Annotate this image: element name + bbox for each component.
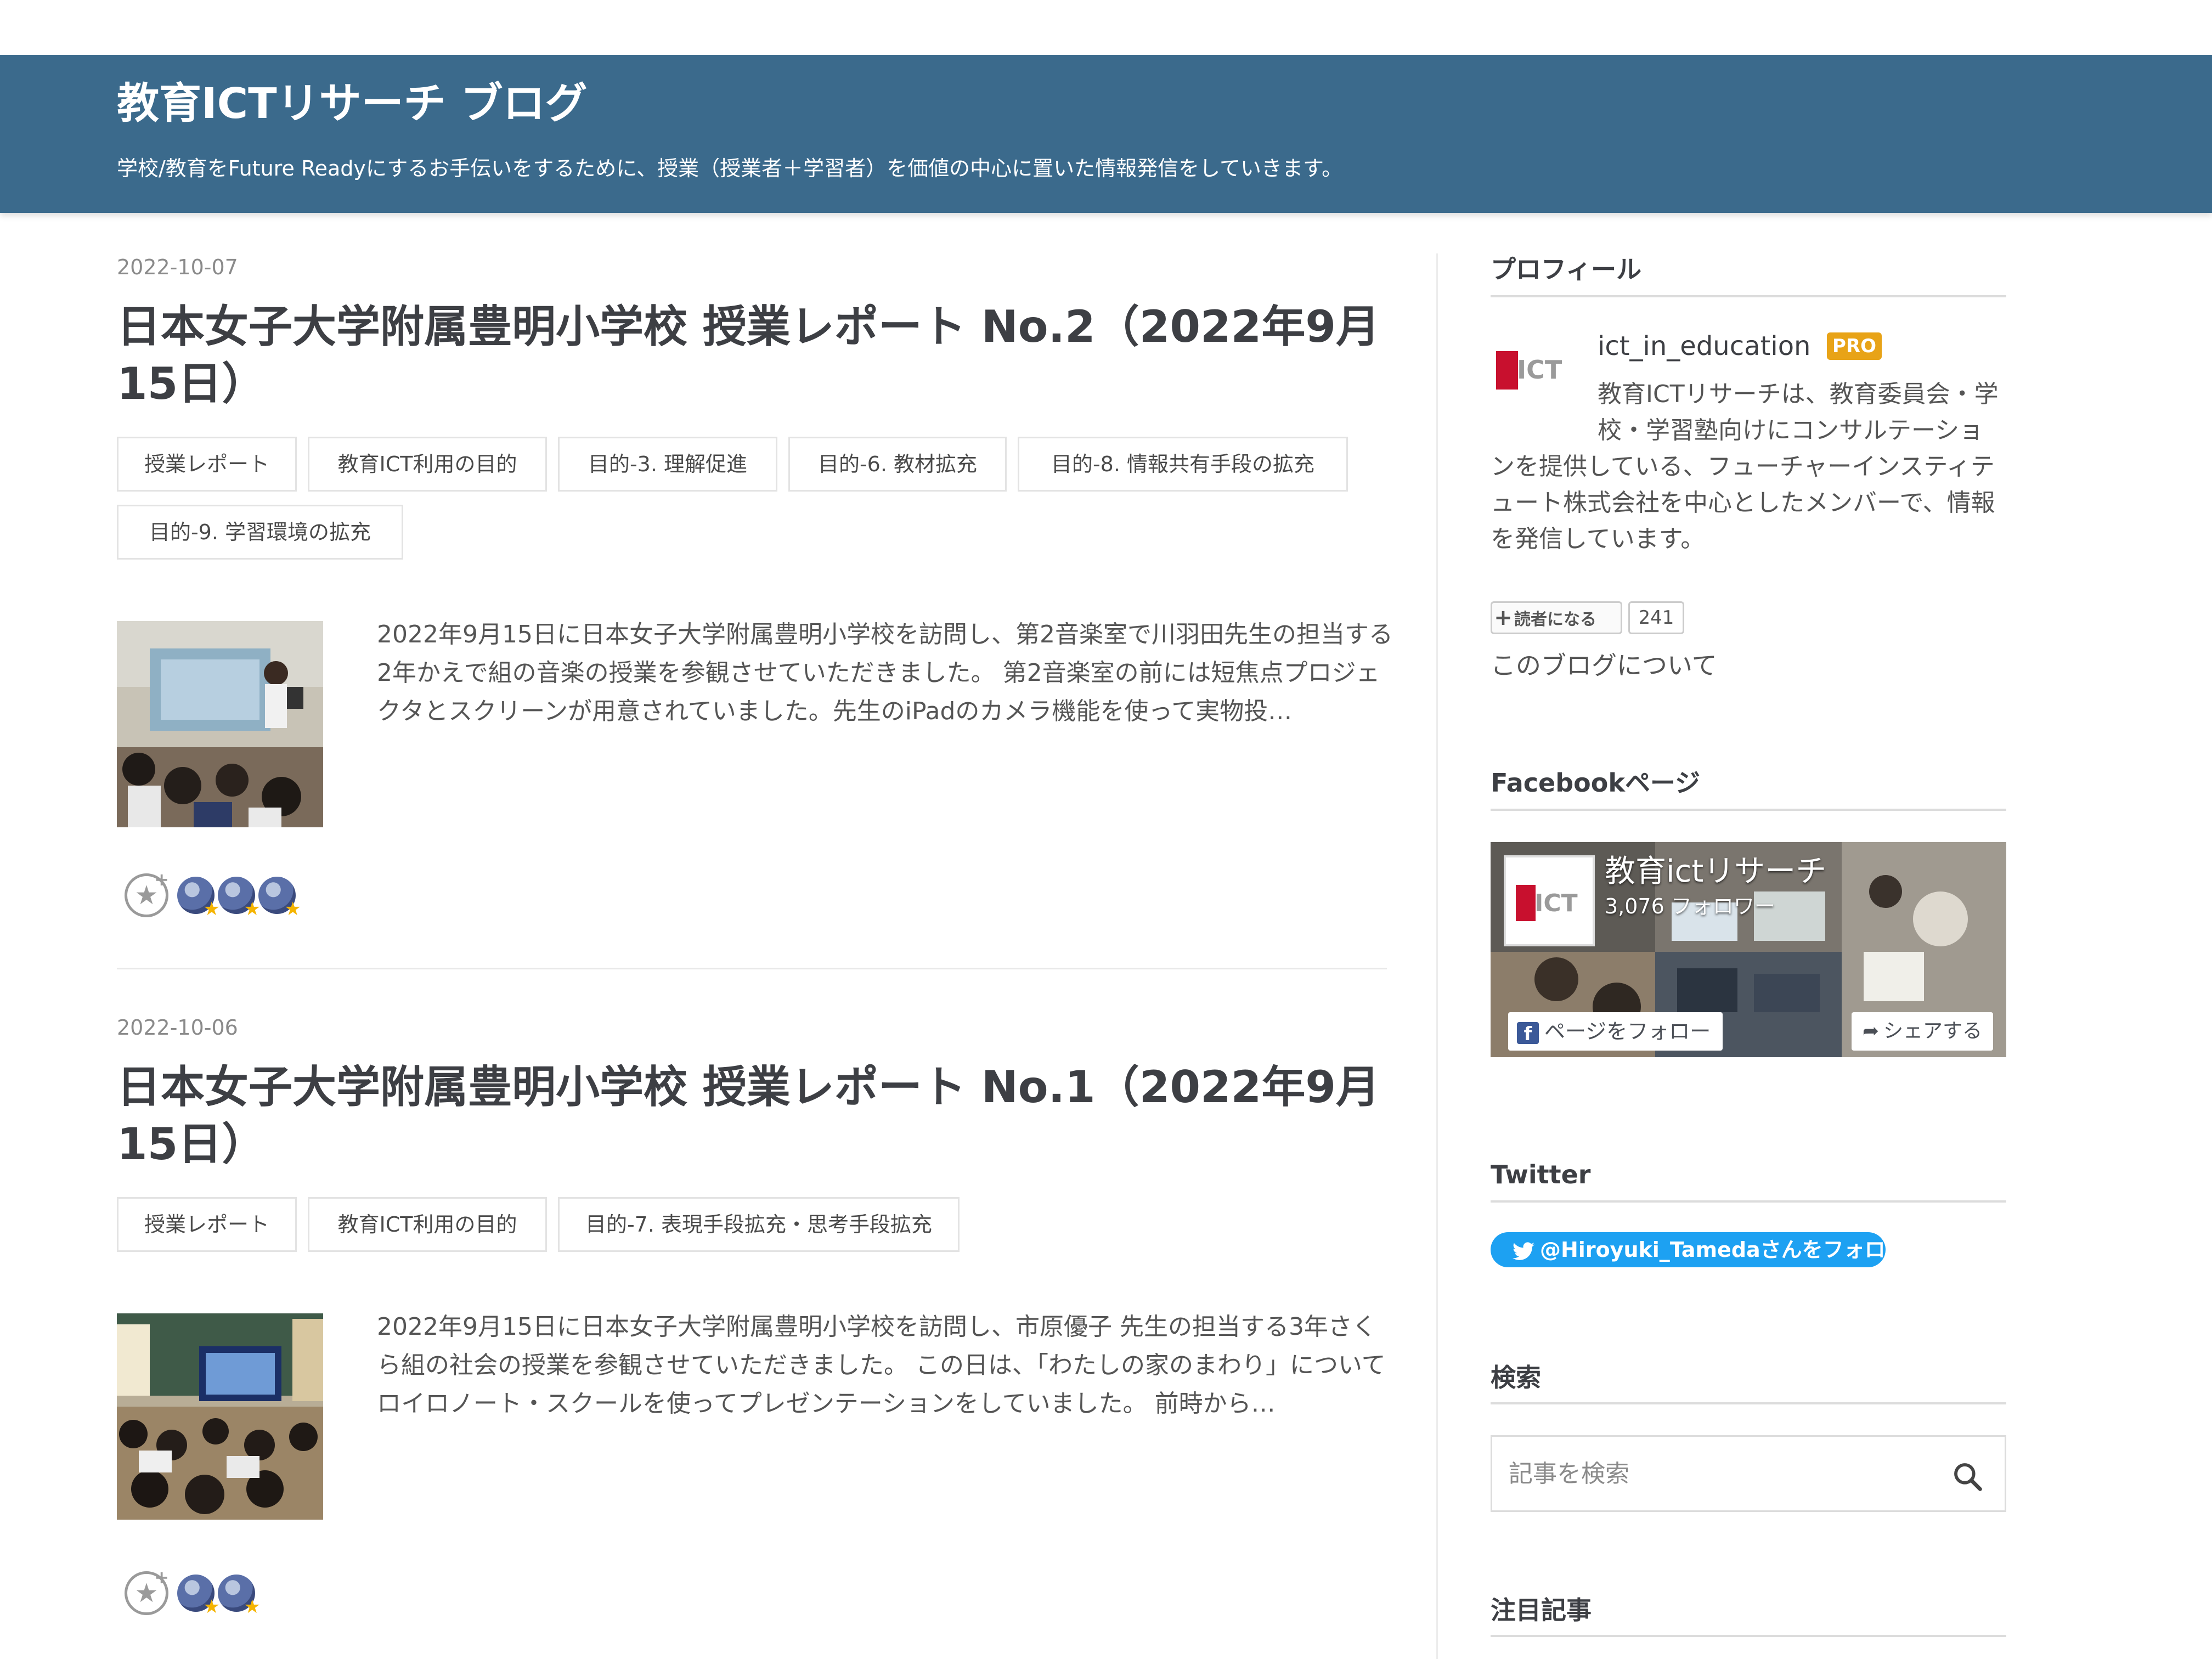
pro-badge: PRO <box>1827 332 1882 360</box>
profile-description: 教育ICTリサーチは、教育委員会・学校・学習塾向けにコンサルテーショ <box>1598 380 1999 444</box>
category-tag[interactable]: 授業レポート <box>117 437 297 492</box>
star-user-avatar[interactable]: ★ <box>177 1575 220 1616</box>
entry-date[interactable]: 2022-10-07 <box>117 253 238 281</box>
sidebar-rule <box>1491 295 2006 297</box>
category-tag[interactable]: 目的-3. 理解促進 <box>558 437 777 492</box>
entry-title[interactable]: 日本女子大学附属豊明小学校 授業レポート No.2（2022年9月15日） <box>117 298 1387 413</box>
category-tag[interactable]: 目的-6. 教材拡充 <box>788 437 1007 492</box>
facebook-page-name[interactable]: 教育ictリサーチ <box>1605 852 1826 891</box>
star-user-avatar[interactable]: ★ <box>218 877 261 918</box>
entry-date[interactable]: 2022-10-06 <box>117 1014 238 1041</box>
ict-logo-icon: ICT <box>1516 885 1578 921</box>
profile-name[interactable]: ict_in_education <box>1598 327 1810 365</box>
sidebar-heading-profile: プロフィール <box>1491 255 1642 284</box>
star-user-avatar[interactable]: ★ <box>218 1575 261 1616</box>
star-user-avatar[interactable]: ★ <box>258 877 301 918</box>
column-divider <box>1436 253 1438 1659</box>
category-tag[interactable]: 目的-8. 情報共有手段の拡充 <box>1018 437 1348 492</box>
subscriber-count[interactable]: 241 <box>1628 601 1684 634</box>
sidebar-heading-twitter: Twitter <box>1491 1160 1591 1189</box>
search-input[interactable] <box>1509 1453 1937 1494</box>
entry-summary: 2022年9月15日に日本女子大学附属豊明小学校を訪問し、第2音楽室で川羽田先生… <box>377 620 1393 725</box>
facebook-share-button[interactable]: ➦ シェアする <box>1851 1012 1993 1051</box>
category-tag[interactable]: 授業レポート <box>117 1197 297 1252</box>
subscribe-button[interactable]: + 読者になる <box>1491 601 1622 634</box>
facebook-follow-button[interactable]: f ページをフォロー <box>1508 1012 1723 1051</box>
facebook-page-logo[interactable]: ICT <box>1504 855 1595 946</box>
add-star-icon[interactable]: ★ + <box>125 871 169 917</box>
category-tag[interactable]: 教育ICT利用の目的 <box>308 437 547 492</box>
entry-thumbnail[interactable] <box>117 1313 323 1520</box>
category-tag[interactable]: 教育ICT利用の目的 <box>308 1197 547 1252</box>
search-box <box>1491 1435 2006 1512</box>
facebook-icon: f <box>1517 1022 1539 1045</box>
entry-2: 2022-10-06 日本女子大学附属豊明小学校 授業レポート No.1（202… <box>117 1014 1387 1659</box>
profile-icon[interactable]: ICT <box>1491 340 1573 422</box>
sidebar-rule <box>1491 1402 2006 1404</box>
category-tag[interactable]: 目的-7. 表現手段拡充・思考手段拡充 <box>558 1197 960 1252</box>
facebook-followers: 3,076 フォロワー <box>1605 894 1775 918</box>
star-area: ★ + ★ ★ ★ <box>125 871 344 923</box>
sidebar-heading-facebook: Facebookページ <box>1491 768 1701 798</box>
star-user-avatar[interactable]: ★ <box>177 877 220 918</box>
entry-1: 2022-10-07 日本女子大学附属豊明小学校 授業レポート No.2（202… <box>117 253 1393 967</box>
facebook-page-widget[interactable]: ICT 教育ictリサーチ 3,076 フォロワー f ページをフォロー ➦ シェア… <box>1491 842 2006 1057</box>
about-blog-link[interactable]: このブログについて <box>1491 646 1717 685</box>
blog-description: 学校/教育をFuture Readyにするお手伝いをするために、授業（授業者＋学… <box>117 156 1343 180</box>
sidebar-heading-featured: 注目記事 <box>1491 1595 1592 1625</box>
entry-thumbnail[interactable] <box>117 621 323 827</box>
sidebar-rule <box>1491 1200 2006 1203</box>
classroom-photo-music <box>117 621 323 827</box>
search-icon[interactable] <box>1952 1461 1983 1492</box>
twitter-follow-button[interactable]: @Hiroyuki_Tamedaさんをフォロー <box>1491 1232 1906 1267</box>
entry-separator <box>117 968 1387 969</box>
entry-title[interactable]: 日本女子大学附属豊明小学校 授業レポート No.1（2022年9月15日） <box>117 1059 1387 1173</box>
ict-logo-icon: ICT <box>1496 351 1562 390</box>
blog-title[interactable]: 教育ICTリサーチ ブログ <box>117 77 588 132</box>
svg-text:ICT: ICT <box>1534 889 1578 917</box>
sidebar-rule <box>1491 1635 2006 1637</box>
twitter-bird-icon <box>1513 1242 1534 1260</box>
profile-description-cont: ンを提供している、フューチャーインスティテュート株式会社を中心としたメンバーで、… <box>1491 453 1995 553</box>
star-area: ★ + ★ ★ <box>125 1568 289 1621</box>
svg-text:ICT: ICT <box>1517 355 1562 385</box>
category-tag[interactable]: 目的-9. 学習環境の拡充 <box>117 505 403 560</box>
classroom-photo-social <box>117 1313 323 1520</box>
sidebar-rule <box>1491 809 2006 811</box>
add-star-icon[interactable]: ★ + <box>125 1568 169 1615</box>
plus-icon: + <box>1494 605 1513 630</box>
share-arrow-icon: ➦ <box>1862 1020 1879 1042</box>
sidebar-heading-search: 検索 <box>1491 1363 1541 1392</box>
entry-summary: 2022年9月15日に日本女子大学附属豊明小学校を訪問し、市原優子 先生の担当す… <box>377 1313 1386 1418</box>
